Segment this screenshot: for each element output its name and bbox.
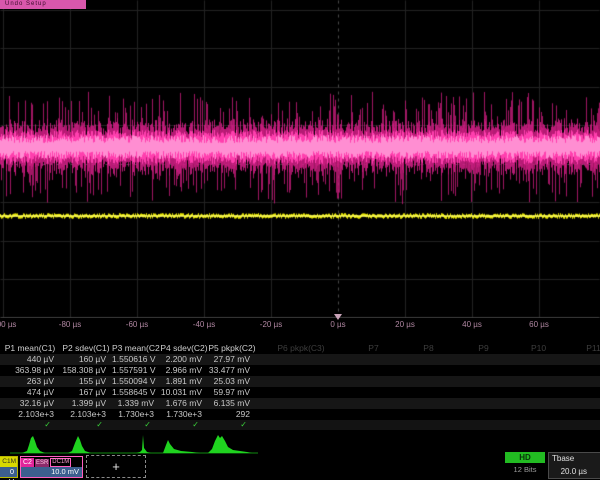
measure-value: 2.103e+3 (60, 409, 112, 420)
measure-value: 440 µV (0, 354, 60, 365)
measure-value: 158.308 µV (60, 365, 112, 376)
measure-value: 1.339 mV (112, 398, 160, 409)
measure-value: 167 µV (60, 387, 112, 398)
hd-mode-badge[interactable]: HD (505, 452, 545, 463)
measure-value: 292 (208, 409, 256, 420)
status-check-icon: ✓ (60, 420, 112, 430)
measure-value: 33.477 mV (208, 365, 256, 376)
measure-value: 1.676 mV (160, 398, 208, 409)
P4-histicon (163, 440, 200, 453)
channel-descriptor-c1[interactable]: C1M 0 mV (0, 456, 18, 478)
measure-row: 440 µV160 µV1.550616 V2.200 mV27.97 mV (0, 354, 600, 365)
timebase-descriptor[interactable]: Tbase 20.0 µs (548, 452, 600, 479)
c1-scale-value: 0 mV (0, 467, 17, 477)
c2-esr-badge: ESR (35, 459, 49, 467)
measure-header-p10[interactable]: P10 (511, 343, 566, 354)
measure-value: 2.103e+3 (0, 409, 60, 420)
measure-row: 263 µV155 µV1.550094 V1.891 mV25.03 mV (0, 376, 600, 387)
oscilloscope-screen: Undo Setup -100 µs -80 µs -60 µs -40 µs -20 … (0, 0, 600, 480)
axis-tick-label: 0 µs (330, 320, 345, 329)
measure-row: 363.98 µV158.308 µV1.557591 V2.966 mV33.… (0, 365, 600, 376)
measure-value: 1.730e+3 (112, 409, 160, 420)
c2-coupling-badge: DC1M (50, 458, 71, 467)
axis-tick-label: 40 µs (462, 320, 482, 329)
P2-histicon (68, 436, 91, 453)
P3-histicon (136, 435, 151, 453)
measure-row: 32.16 µV1.399 µV1.339 mV1.676 mV6.135 mV (0, 398, 600, 409)
P1-histicon (22, 436, 45, 453)
axis-tick-label: -100 µs (0, 320, 16, 329)
measure-value: 59.97 mV (208, 387, 256, 398)
axis-tick-label: 60 µs (529, 320, 549, 329)
measure-value: 1.550094 V (112, 376, 160, 387)
measure-value: 27.97 mV (208, 354, 256, 365)
measure-status-row: ✓✓✓✓✓ (0, 420, 600, 430)
measure-value: 155 µV (60, 376, 112, 387)
waveform-grid[interactable] (0, 0, 600, 318)
measure-value: 25.03 mV (208, 376, 256, 387)
axis-tick-label: -80 µs (59, 320, 81, 329)
measure-value: 160 µV (60, 354, 112, 365)
hd-bits-label: 12 Bits (505, 465, 545, 474)
status-check-icon: ✓ (112, 420, 160, 430)
measure-header-p7[interactable]: P7 (346, 343, 401, 354)
axis-tick-label: -60 µs (126, 320, 148, 329)
measure-value: 363.98 µV (0, 365, 60, 376)
measure-value: 263 µV (0, 376, 60, 387)
measure-header-p8[interactable]: P8 (401, 343, 456, 354)
c2-channel-badge: C2 (21, 458, 34, 467)
tbase-label: Tbase (552, 454, 574, 463)
measure-value: 2.200 mV (160, 354, 208, 365)
undo-setup-button[interactable]: Undo Setup (0, 0, 86, 9)
measure-row: 2.103e+32.103e+31.730e+31.730e+3292 (0, 409, 600, 420)
measure-header-p4[interactable]: P4 sdev(C2) (160, 343, 208, 354)
c1-coupling-badge: C1M (0, 457, 17, 467)
status-check-icon: ✓ (160, 420, 208, 430)
axis-tick-label: 20 µs (395, 320, 415, 329)
measure-header-p3[interactable]: P3 mean(C2) (112, 343, 160, 354)
axis-tick-label: -20 µs (260, 320, 282, 329)
measure-value: 6.135 mV (208, 398, 256, 409)
measure-value: 1.557591 V (112, 365, 160, 376)
measure-row: 474 µV167 µV1.558645 V10.031 mV59.97 mV (0, 387, 600, 398)
status-check-icon: ✓ (0, 420, 60, 430)
add-trace-slot[interactable]: + (86, 455, 146, 478)
measure-value: 32.16 µV (0, 398, 60, 409)
measure-header-p2[interactable]: P2 sdev(C1) (60, 343, 112, 354)
bottom-bar: C1M 0 mV C2 ESR DC1M 10.0 mV + HD 12 Bit… (0, 455, 600, 480)
measure-value: 10.031 mV (160, 387, 208, 398)
measurement-table: P1 mean(C1)P2 sdev(C1)P3 mean(C2)P4 sdev… (0, 343, 600, 430)
measure-value: 474 µV (0, 387, 60, 398)
measure-value: 2.966 mV (160, 365, 208, 376)
measure-header-p1[interactable]: P1 mean(C1) (0, 343, 60, 354)
axis-tick-label: -40 µs (193, 320, 215, 329)
c2-scale-value: 10.0 mV (21, 467, 82, 477)
tbase-value: 20.0 µs (549, 467, 587, 476)
measure-header-p6[interactable]: P6 pkpk(C3) (256, 343, 346, 354)
measure-value: 1.730e+3 (160, 409, 208, 420)
measure-header-p11[interactable]: P11 (566, 343, 600, 354)
measure-value: 1.550616 V (112, 354, 160, 365)
measure-value: 1.399 µV (60, 398, 112, 409)
channel-descriptor-c2[interactable]: C2 ESR DC1M 10.0 mV (20, 456, 83, 478)
measure-header-p5[interactable]: P5 pkpk(C2) (208, 343, 256, 354)
measure-value: 1.891 mV (160, 376, 208, 387)
measure-header-p9[interactable]: P9 (456, 343, 511, 354)
status-check-icon: ✓ (208, 420, 256, 430)
P5-histicon (208, 435, 252, 453)
timebase-axis: -100 µs -80 µs -60 µs -40 µs -20 µs 0 µs 20 µs… (0, 318, 600, 334)
measure-value: 1.558645 V (112, 387, 160, 398)
